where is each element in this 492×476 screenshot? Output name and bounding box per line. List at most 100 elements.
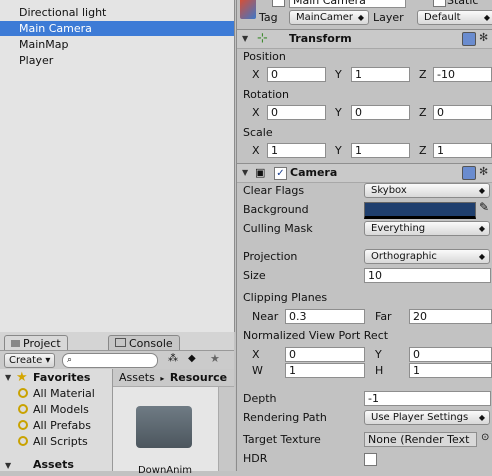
viewport-w-field[interactable]: 1 [285,363,365,378]
tag-value: MainCamer [296,12,353,23]
help-book-icon[interactable] [462,166,476,180]
position-y-field[interactable]: 1 [351,67,410,82]
asset-scrollbar[interactable] [218,387,235,471]
target-texture-field[interactable]: None (Render Text [364,432,477,447]
filter-type-icon[interactable]: ⁂ [168,353,178,364]
culling-mask-dropdown[interactable]: Everything ◆ [364,221,490,236]
clear-flags-value: Skybox [371,185,407,196]
viewport-x-field[interactable]: 0 [285,347,365,362]
tab-project[interactable]: Project [4,335,68,351]
search-icon: ⌕ [67,355,73,365]
viewport-w-label: W [252,364,263,377]
breadcrumb-assets[interactable]: Assets [119,371,155,384]
filter-label-icon[interactable]: ◆ [188,353,196,364]
static-label: Static [447,0,479,7]
hierarchy-item-mainmap[interactable]: MainMap [19,37,68,52]
static-checkbox[interactable] [433,0,446,7]
tag-label: Tag [259,11,278,24]
transform-fold-icon[interactable]: ▼ [242,34,248,43]
favorites-tree: ▼ ★ Favorites All Material All Models Al… [0,369,113,471]
camera-enabled-checkbox[interactable]: ✓ [274,167,287,180]
scale-y-field[interactable]: 1 [351,143,410,158]
gear-icon[interactable]: ✻ [479,165,488,178]
rotation-x-field[interactable]: 0 [267,105,326,120]
rotation-y-label: Y [335,106,342,119]
project-panel: Project Console Create ▾ ⌕ ⁂ ◆ ★ ▼ ★ Fav… [0,332,235,476]
object-name-field[interactable]: Main Camera [289,0,406,8]
gear-icon[interactable]: ✻ [479,31,488,44]
tag-dropdown[interactable]: MainCamer ◆ [289,10,369,25]
layer-value: Default [424,12,461,23]
project-toolbar: Create ▾ ⌕ ⁂ ◆ ★ [0,350,234,370]
object-picker-icon[interactable]: ⊙ [481,432,489,443]
hierarchy-item-player[interactable]: Player [19,53,53,68]
favorite-all-materials[interactable]: All Material [18,386,95,402]
hdr-checkbox[interactable] [364,453,377,466]
create-button[interactable]: Create ▾ [4,353,56,368]
far-field[interactable]: 20 [409,309,492,324]
assets-tree-label[interactable]: Assets [33,458,74,471]
target-texture-label: Target Texture [243,433,321,446]
culling-mask-value: Everything [371,223,426,234]
depth-field[interactable]: -1 [364,391,491,406]
viewport-y-field[interactable]: 0 [409,347,492,362]
viewport-x-label: X [252,348,260,361]
eyedropper-icon[interactable]: ✎ [479,200,489,214]
near-field[interactable]: 0.3 [285,309,365,324]
clear-flags-dropdown[interactable]: Skybox ◆ [364,183,490,198]
depth-label: Depth [243,392,277,405]
asset-grid: DownAnim [113,387,218,476]
favorites-fold-icon[interactable]: ▼ [5,373,11,382]
active-checkbox[interactable] [272,0,285,7]
layer-label: Layer [373,11,404,24]
scale-x-field[interactable]: 1 [267,143,326,158]
scale-x-label: X [252,144,260,157]
viewport-rect-label: Normalized View Port Rect [243,329,389,342]
breadcrumb-resources[interactable]: Resource [170,371,227,384]
favorite-all-scripts[interactable]: All Scripts [18,434,88,450]
background-label: Background [243,203,309,216]
position-y-label: Y [335,68,342,81]
camera-header[interactable]: ▼ ▣ ✓ Camera ✻ [237,163,492,183]
breadcrumb-separator-icon: ▸ [160,374,165,383]
background-color-swatch[interactable] [364,202,476,219]
favorite-star-icon[interactable]: ★ [210,352,220,365]
hierarchy-item-directional-light[interactable]: Directional light [19,5,106,20]
position-z-label: Z [419,68,427,81]
camera-fold-icon[interactable]: ▼ [242,168,248,177]
viewport-h-label: H [375,364,384,377]
favorite-all-prefabs-label: All Prefabs [33,419,91,432]
position-x-field[interactable]: 0 [267,67,326,82]
dropdown-arrow-icon: ◆ [483,13,490,22]
size-field[interactable]: 10 [364,268,491,283]
tab-console-label: Console [129,337,173,350]
favorites-label: Favorites [33,371,91,384]
project-tab-icon [11,340,20,347]
favorite-all-models[interactable]: All Models [18,402,89,418]
scale-z-field[interactable]: 1 [433,143,492,158]
search-input[interactable]: ⌕ [62,353,158,368]
transform-header[interactable]: ▼ ⊹ Transform ✻ [237,29,492,49]
rotation-z-label: Z [419,106,427,119]
rotation-y-field[interactable]: 0 [351,105,410,120]
viewport-h-field[interactable]: 1 [409,363,492,378]
near-label: Near [252,310,279,323]
rendering-path-dropdown[interactable]: Use Player Settings ◆ [364,410,490,425]
clear-flags-label: Clear Flags [243,184,305,197]
tab-console[interactable]: Console [108,335,180,351]
transform-title: Transform [289,32,352,45]
rotation-z-field[interactable]: 0 [433,105,492,120]
dropdown-arrow-icon: ◆ [478,186,485,195]
projection-dropdown[interactable]: Orthographic ◆ [364,249,490,264]
viewport-y-label: Y [375,348,382,361]
hierarchy-item-main-camera[interactable]: Main Camera [0,21,234,36]
folder-icon[interactable] [136,406,192,448]
rotation-x-label: X [252,106,260,119]
favorite-all-prefabs[interactable]: All Prefabs [18,418,91,434]
camera-title: Camera [290,166,338,179]
help-book-icon[interactable] [462,32,476,46]
rendering-path-label: Rendering Path [243,411,327,424]
position-z-field[interactable]: -10 [433,67,492,82]
layer-dropdown[interactable]: Default ◆ [417,10,492,25]
assets-fold-icon[interactable]: ▼ [5,461,11,470]
